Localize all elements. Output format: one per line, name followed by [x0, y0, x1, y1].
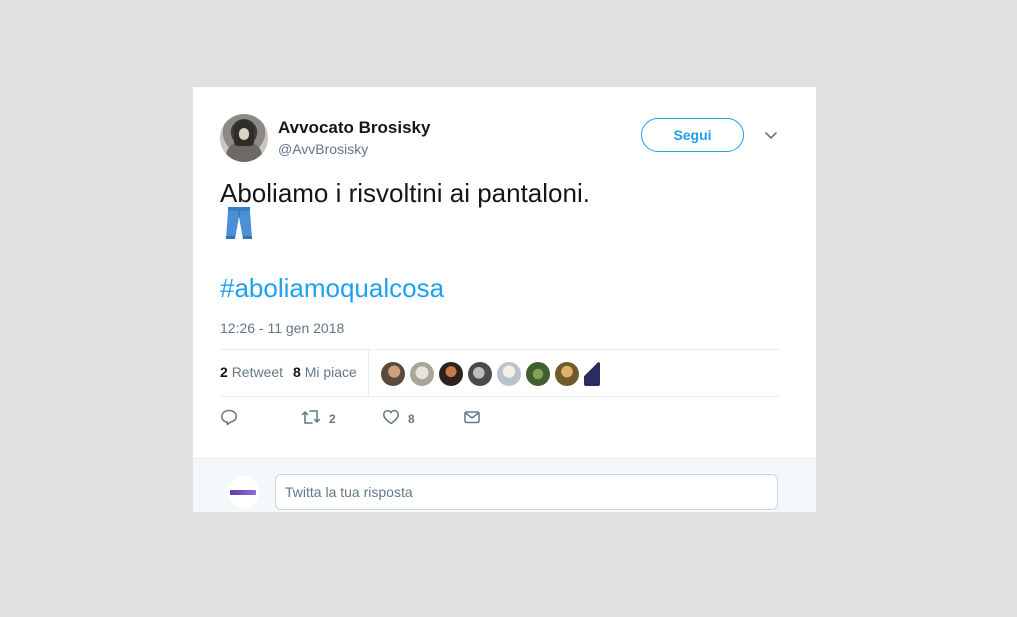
chevron-down-icon[interactable]: [763, 129, 779, 143]
tweet-actions: 2 8: [220, 407, 780, 431]
liker-avatar[interactable]: [439, 362, 463, 386]
like-action-count: 8: [408, 412, 415, 426]
like-button[interactable]: 8: [382, 408, 415, 431]
jeans-emoji: [224, 207, 254, 241]
retweet-stat[interactable]: 2 Retweet: [220, 364, 283, 380]
reply-input[interactable]: [275, 474, 778, 510]
current-user-avatar[interactable]: [227, 476, 259, 508]
like-count: 8: [293, 364, 301, 380]
tweet-card: Avvocato Brosisky @AvvBrosisky Segui Abo…: [193, 87, 816, 512]
reply-button[interactable]: [220, 408, 238, 431]
liker-avatar[interactable]: [410, 362, 434, 386]
engagement-stats: 2 Retweet 8 Mi piace: [220, 350, 780, 396]
like-stat[interactable]: 8 Mi piace: [293, 364, 357, 380]
like-label: Mi piace: [304, 364, 357, 380]
stats-separator: [368, 350, 369, 396]
author-handle[interactable]: @AvvBrosisky: [278, 141, 368, 157]
liker-avatar[interactable]: [468, 362, 492, 386]
envelope-icon: [463, 408, 481, 431]
divider: [220, 396, 780, 397]
heart-icon: [382, 408, 400, 431]
retweet-button[interactable]: 2: [301, 408, 336, 431]
liker-avatar[interactable]: [584, 362, 600, 386]
liker-avatar[interactable]: [381, 362, 405, 386]
author-name[interactable]: Avvocato Brosisky: [278, 118, 430, 138]
message-button[interactable]: [463, 410, 481, 428]
reply-icon: [220, 408, 238, 431]
retweet-label: Retweet: [231, 364, 284, 380]
tweet-text: Aboliamo i risvoltini ai pantaloni.: [220, 178, 590, 208]
follow-button[interactable]: Segui: [641, 118, 744, 152]
tweet-timestamp[interactable]: 12:26 - 11 gen 2018: [220, 320, 344, 336]
liker-avatar[interactable]: [526, 362, 550, 386]
retweet-action-count: 2: [329, 412, 336, 426]
author-avatar[interactable]: [220, 114, 268, 162]
retweet-icon: [301, 408, 321, 431]
reply-area: [193, 458, 816, 512]
retweet-count: 2: [220, 364, 228, 380]
hashtag-link[interactable]: #aboliamoqualcosa: [220, 273, 444, 304]
liker-avatar[interactable]: [497, 362, 521, 386]
liker-avatar[interactable]: [555, 362, 579, 386]
